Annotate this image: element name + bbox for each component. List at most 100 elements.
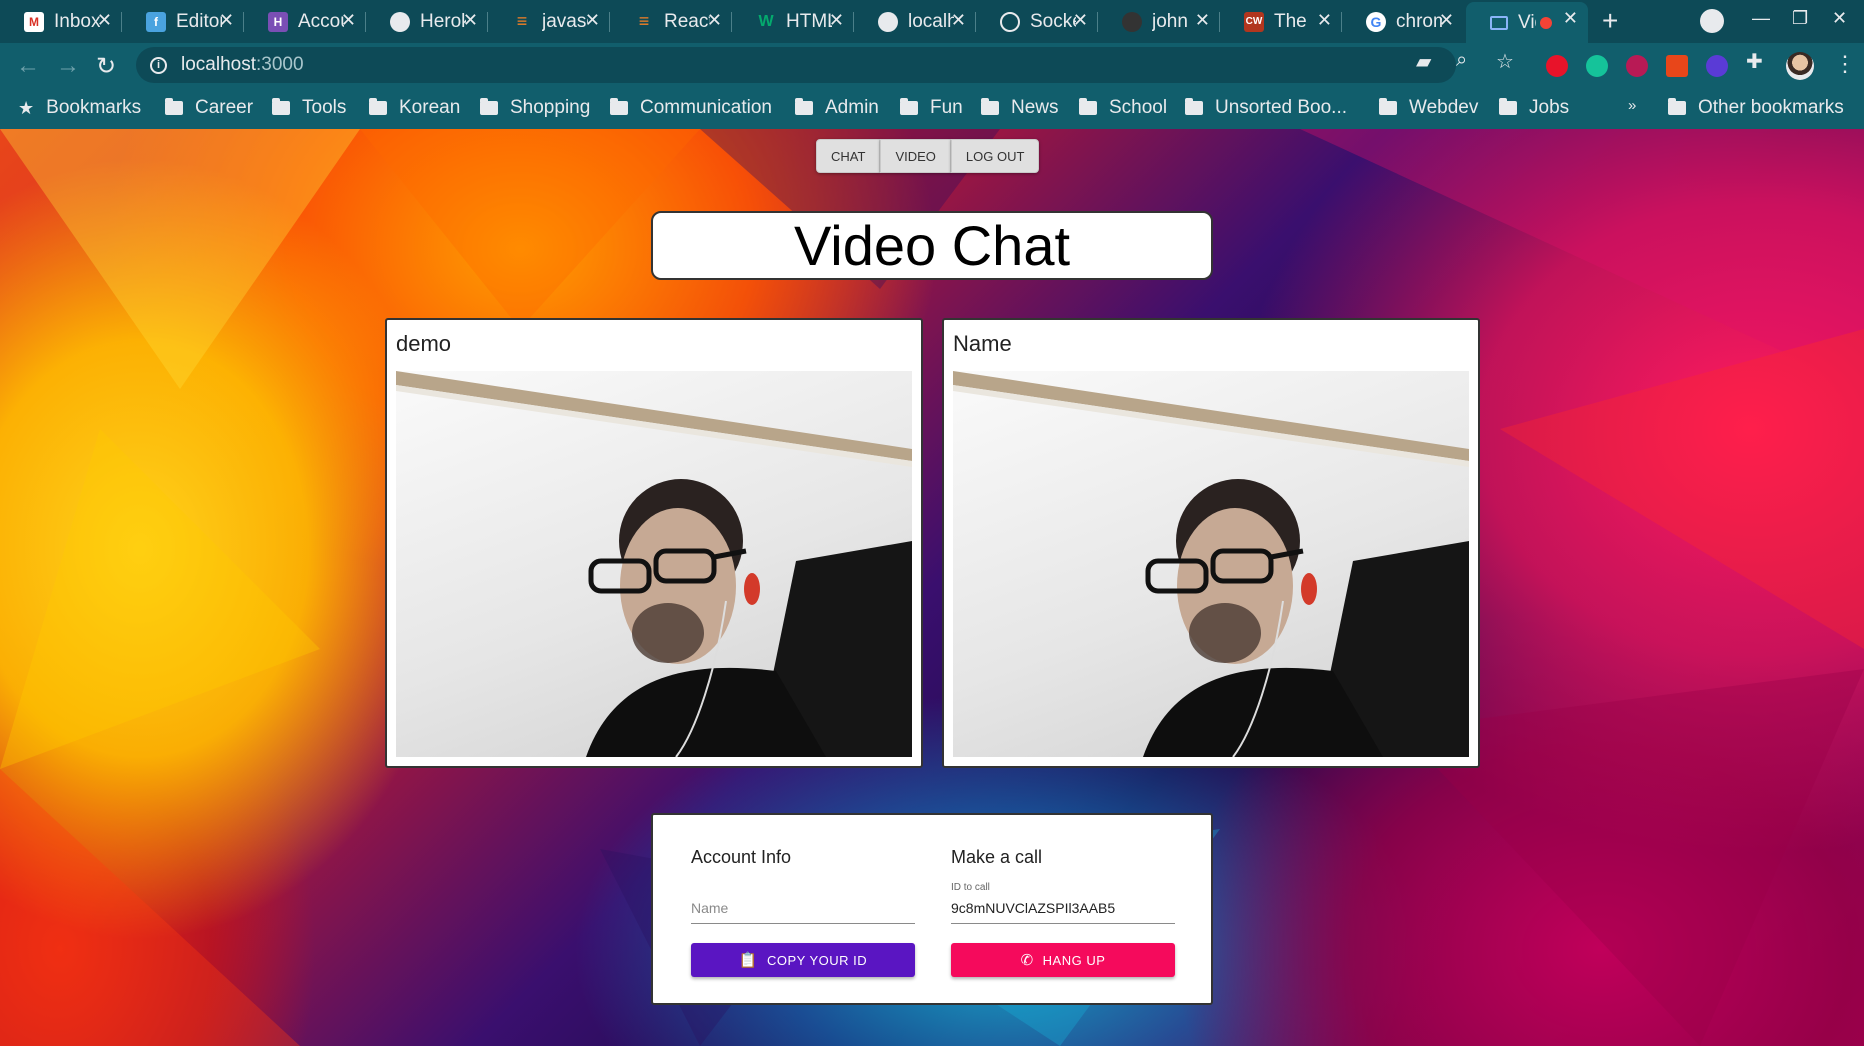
tab-heroku[interactable]: Heroku ✕ [366,4,488,39]
w3schools-icon: W [758,12,774,30]
folder-icon [900,98,918,115]
local-video [396,371,912,757]
local-video-label: demo [396,331,452,356]
tab-html[interactable]: W HTML ✕ [732,4,854,39]
close-tab-icon[interactable]: ✕ [463,10,478,31]
address-bar[interactable]: i localhost:3000 [136,47,1456,83]
nav-video-button[interactable]: VIDEO [880,139,951,173]
tab-title: HTML [786,10,832,32]
close-tab-icon[interactable]: ✕ [341,10,356,31]
bookmarks-button[interactable]: ★ Bookmarks [18,97,141,119]
hang-up-button[interactable]: ✆ HANG UP [951,943,1175,977]
remote-video [953,371,1469,757]
tab-title: chrome [1396,10,1442,32]
folder-icon [1079,98,1097,115]
tab-codewars[interactable]: CW The ✕ [1220,4,1342,39]
close-tab-icon[interactable]: ✕ [1195,10,1210,31]
bookmark-folder-admin[interactable]: Admin [795,97,879,119]
grammarly-icon[interactable] [1586,55,1608,77]
restore-icon[interactable]: ❐ [1792,8,1808,29]
tab-react[interactable]: ≡ React ✕ [610,4,732,39]
copy-id-button[interactable]: 📋 COPY YOUR ID [691,943,915,977]
close-tab-icon[interactable]: ✕ [707,10,722,31]
zoom-icon[interactable]: ⌕ [1456,49,1467,72]
bookmark-folder-school[interactable]: School [1079,97,1167,119]
close-tab-icon[interactable]: ✕ [1317,10,1332,31]
bookmarks-overflow-button[interactable]: » [1628,97,1636,114]
tab-github[interactable]: john ✕ [1098,4,1220,39]
adblock-icon[interactable] [1546,55,1568,77]
app-page: CHAT VIDEO LOG OUT Video Chat demo Name … [0,129,1864,1046]
bookmark-folder-korean[interactable]: Korean [369,97,460,119]
close-window-icon[interactable]: ✕ [1832,8,1847,29]
tab-title: localhost [908,10,954,32]
url-port: :3000 [256,54,304,75]
tab-chrome[interactable]: G chrome ✕ [1342,4,1464,39]
bookmark-folder-jobs[interactable]: Jobs [1499,97,1569,119]
profile-avatar[interactable] [1786,52,1814,80]
browser-toolbar: ← → ↻ i localhost:3000 ▰ ⌕ ☆ ✚ ⋮ [0,43,1864,88]
heroku-icon: H [268,11,288,32]
extensions-puzzle-icon[interactable]: ✚ [1746,49,1763,74]
bookmark-folder-tools[interactable]: Tools [272,97,346,119]
gmail-icon: M [24,11,44,32]
tab-localhost[interactable]: localhost ✕ [854,4,976,39]
account-info-heading: Account Info [691,847,792,867]
tab-title: javascript [542,10,588,32]
bookmark-folder-fun[interactable]: Fun [900,97,963,119]
bookmark-folder-webdev[interactable]: Webdev [1379,97,1478,119]
socketio-icon [1000,11,1020,32]
bookmark-folder-career[interactable]: Career [165,97,253,119]
close-tab-icon[interactable]: ✕ [1563,8,1578,29]
bookmark-folder-news[interactable]: News [981,97,1059,119]
app-nav: CHAT VIDEO LOG OUT [816,139,1040,173]
bookmark-folder-other[interactable]: Other bookmarks [1668,97,1844,119]
nav-chat-button[interactable]: CHAT [816,139,881,173]
tab-title: Account [298,10,344,32]
close-tab-icon[interactable]: ✕ [829,10,844,31]
close-tab-icon[interactable]: ✕ [1073,10,1088,31]
app-icon [1490,15,1508,30]
nav-logout-button[interactable]: LOG OUT [950,139,1040,173]
phone-disabled-icon: ✆ [1020,952,1034,969]
bookmark-folder-unsorted[interactable]: Unsorted Boo... [1185,97,1347,119]
id-to-call-input[interactable]: 9c8mNUVClAZSPIl3AAB5 [951,896,1175,924]
tab-socket[interactable]: Socket ✕ [976,4,1098,39]
extension-color-icon[interactable] [1706,55,1728,77]
menu-kebab-icon[interactable]: ⋮ [1834,51,1856,77]
extension-record-icon[interactable] [1626,55,1648,77]
camera-icon[interactable]: ▰ [1416,49,1431,74]
extension-office-icon[interactable] [1666,55,1688,77]
new-tab-button[interactable]: + [1602,6,1618,36]
folder-icon [1379,98,1397,115]
close-tab-icon[interactable]: ✕ [219,10,234,31]
site-info-icon[interactable]: i [150,56,167,74]
name-input[interactable]: Name [691,896,915,924]
back-icon[interactable]: ← [16,52,40,80]
minimize-icon[interactable]: — [1752,8,1770,29]
tab-inbox[interactable]: M Inbox ✕ [0,4,122,39]
tab-editor[interactable]: f Editor ✕ [122,4,244,39]
tab-account[interactable]: H Account ✕ [244,4,366,39]
bookmark-folder-communication[interactable]: Communication [610,97,772,119]
close-tab-icon[interactable]: ✕ [585,10,600,31]
tab-title: john [1152,10,1188,32]
tab-search-icon[interactable] [1700,9,1724,33]
remote-video-label: Name [953,331,1012,356]
github-icon [1122,11,1142,32]
close-tab-icon[interactable]: ✕ [1439,10,1454,31]
stackoverflow-icon: ≡ [638,11,650,31]
tab-javascript[interactable]: ≡ javascript ✕ [488,4,610,39]
close-tab-icon[interactable]: ✕ [97,10,112,31]
bookmark-folder-shopping[interactable]: Shopping [480,97,590,119]
tab-title: Heroku [420,10,466,32]
forward-icon[interactable]: → [56,52,80,80]
globe-icon [390,11,410,32]
close-tab-icon[interactable]: ✕ [951,10,966,31]
bookmark-star-icon[interactable]: ☆ [1496,49,1514,74]
folder-icon [1185,98,1203,115]
stackoverflow-icon: ≡ [516,11,528,31]
folder-icon [165,98,183,115]
tab-video-chat[interactable]: Video Chat ✕ [1466,2,1588,43]
reload-icon[interactable]: ↻ [96,52,116,81]
